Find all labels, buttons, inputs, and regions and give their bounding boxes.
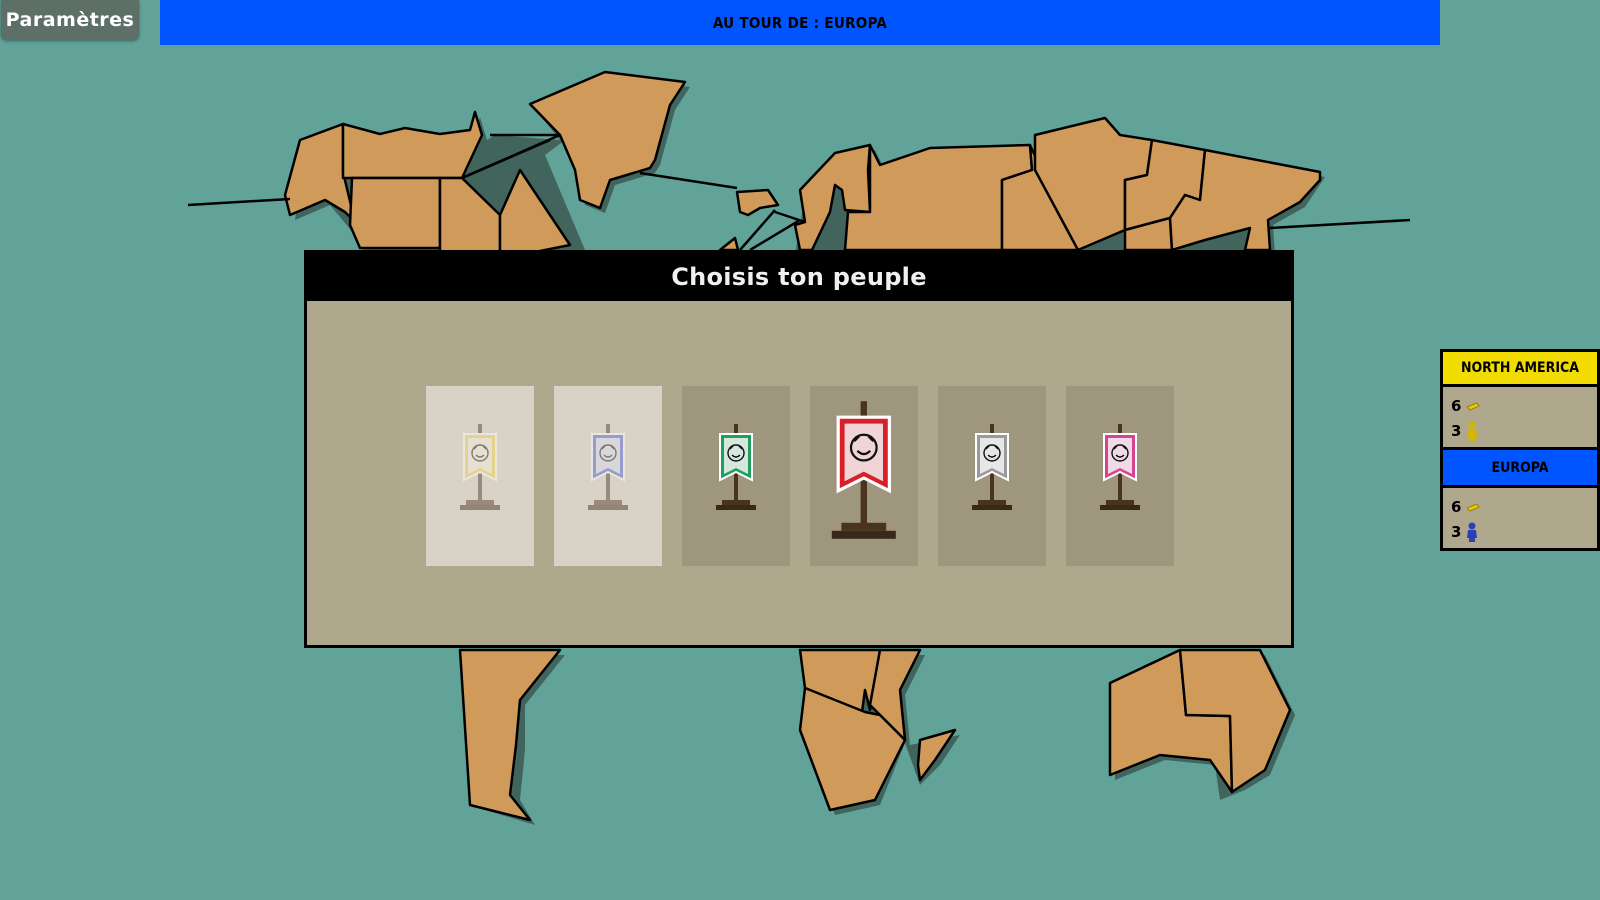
pieces-count: 6 <box>1451 396 1462 415</box>
gold-piece-icon <box>1466 503 1480 511</box>
people-card-tiger <box>426 386 534 566</box>
troops-count: 3 <box>1451 522 1462 541</box>
team-header-north-america: NORTH AMERICA <box>1440 349 1600 387</box>
team-stats-europa: 63 <box>1440 488 1600 551</box>
people-banner <box>460 424 500 510</box>
troops-count: 3 <box>1451 421 1462 440</box>
people-card-lion[interactable] <box>938 386 1046 566</box>
turn-banner-text: AU TOUR DE : EUROPA <box>712 13 888 32</box>
soldier-icon <box>1467 421 1477 441</box>
gold-piece-icon <box>1466 402 1480 410</box>
settings-button[interactable]: Paramètres <box>1 0 139 40</box>
troops-row: 3 <box>1451 519 1589 544</box>
people-card-list <box>426 386 1174 566</box>
people-card-unicorn[interactable] <box>1066 386 1174 566</box>
dialog-title: Choisis ton peuple <box>671 263 927 291</box>
team-stats-north-america: 63 <box>1440 387 1600 450</box>
team-header-europa: EUROPA <box>1440 450 1600 488</box>
people-banner <box>1100 424 1140 510</box>
people-banner <box>972 424 1012 510</box>
people-banner <box>832 401 896 539</box>
people-banner <box>716 424 756 510</box>
choose-people-dialog: Choisis ton peuple <box>304 250 1294 648</box>
people-card-eagle[interactable] <box>810 386 918 566</box>
pieces-row: 6 <box>1451 393 1589 418</box>
pieces-row: 6 <box>1451 494 1589 519</box>
people-card-wolf <box>554 386 662 566</box>
turn-banner: AU TOUR DE : EUROPA <box>160 0 1440 45</box>
teams-panel: NORTH AMERICA 6 3 EUROPA 6 3 <box>1440 349 1600 551</box>
soldier-icon <box>1467 522 1477 542</box>
people-banner <box>588 424 628 510</box>
people-card-bear[interactable] <box>682 386 790 566</box>
pieces-count: 6 <box>1451 497 1462 516</box>
troops-row: 3 <box>1451 418 1589 443</box>
dialog-header: Choisis ton peuple <box>307 253 1291 301</box>
